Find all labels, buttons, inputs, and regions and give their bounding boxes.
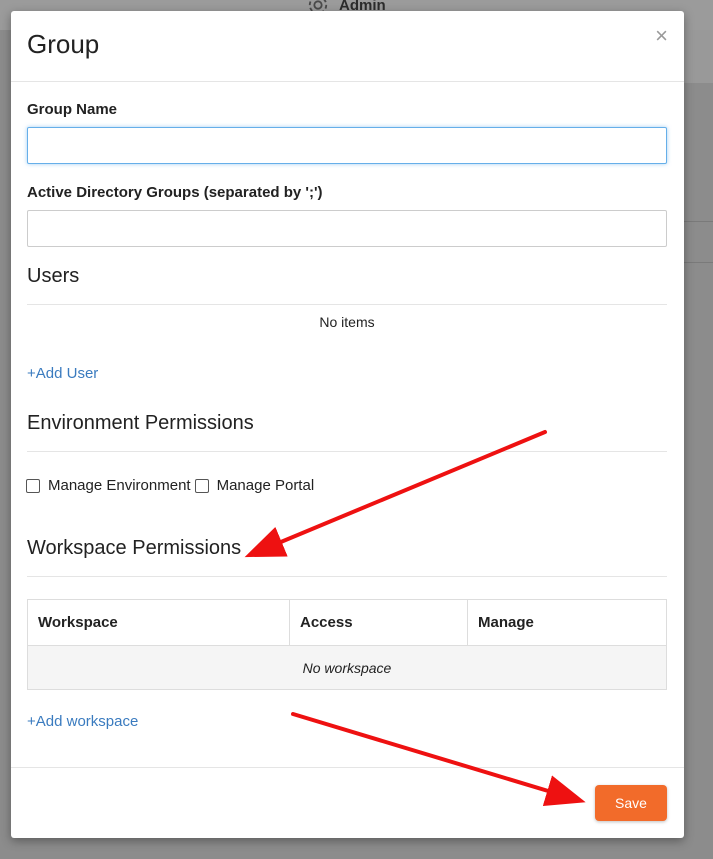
manage-portal-checkbox[interactable]: Manage Portal — [194, 477, 315, 494]
manage-environment-checkbox[interactable]: Manage Environment — [26, 477, 191, 494]
background-divider — [683, 221, 713, 222]
checkbox-icon[interactable] — [194, 478, 209, 493]
table-row: No workspace — [27, 645, 667, 690]
save-button[interactable]: Save — [595, 785, 667, 821]
modal-title: Group — [27, 29, 100, 59]
users-divider — [27, 304, 667, 305]
close-icon[interactable]: × — [655, 25, 668, 47]
column-header-manage: Manage — [467, 599, 667, 646]
environment-divider — [27, 451, 667, 452]
workspace-permissions-title: Workspace Permissions — [27, 537, 242, 559]
users-empty-text: No items — [319, 314, 375, 330]
group-name-input[interactable] — [27, 127, 667, 164]
add-user-link[interactable]: +Add User — [27, 365, 98, 382]
modal-footer-divider — [11, 767, 684, 768]
users-section-title: Users — [27, 265, 80, 287]
background-divider — [683, 262, 713, 263]
group-name-label: Group Name — [27, 101, 118, 118]
manage-environment-label: Manage Environment — [48, 477, 191, 494]
group-modal: Group × Group Name Active Directory Grou… — [11, 11, 684, 838]
manage-portal-label: Manage Portal — [216, 477, 315, 494]
environment-permissions-title: Environment Permissions — [27, 412, 254, 434]
ad-groups-input[interactable] — [27, 210, 667, 247]
column-header-access: Access — [289, 599, 468, 646]
checkbox-icon[interactable] — [26, 478, 40, 493]
table-header-row: Workspace Access Manage — [27, 599, 667, 646]
workspace-permissions-table: Workspace Access Manage No workspace — [27, 599, 667, 690]
workspace-divider — [27, 576, 667, 577]
ad-groups-label: Active Directory Groups (separated by ';… — [27, 184, 323, 201]
modal-header: Group × — [11, 11, 684, 82]
add-workspace-link[interactable]: +Add workspace — [27, 713, 138, 730]
workspace-empty-text: No workspace — [27, 645, 667, 690]
environment-permissions-options: Manage Environment Manage Portal — [26, 477, 314, 494]
column-header-workspace: Workspace — [27, 599, 290, 646]
background-strip — [683, 30, 713, 83]
